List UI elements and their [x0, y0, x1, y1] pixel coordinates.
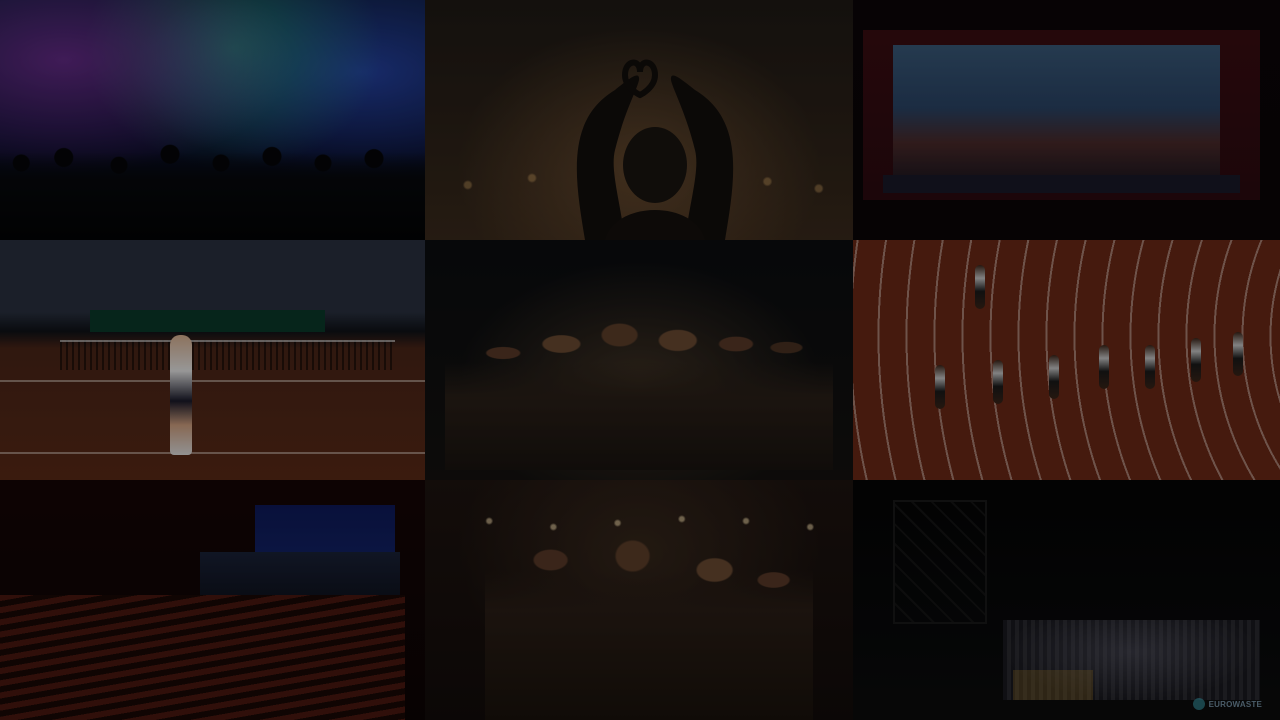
audience-seats: [0, 595, 405, 720]
stage-set: [893, 45, 1220, 185]
runner: [1233, 332, 1243, 376]
tile-concert-crowd[interactable]: [0, 0, 425, 240]
tennis-image: [0, 240, 425, 480]
runner: [1145, 345, 1155, 389]
runner: [975, 265, 985, 309]
track-image: [853, 240, 1280, 480]
tile-sparkler-party[interactable]: [425, 480, 853, 720]
concert-image: [0, 0, 425, 240]
tile-heart-hands[interactable]: [425, 0, 853, 240]
sparkler-image: [425, 480, 853, 720]
runner: [935, 365, 945, 409]
brand-logo-icon: [1192, 698, 1205, 710]
tile-auditorium[interactable]: [0, 480, 425, 720]
outdoor-event-image: [853, 480, 1280, 720]
tennis-player: [170, 335, 192, 455]
party-people: [485, 520, 813, 720]
heart-hands-image: [425, 0, 853, 240]
tennis-net: [60, 340, 395, 370]
tile-group-selfie[interactable]: [425, 240, 853, 480]
floor-light: [1013, 670, 1093, 700]
court-line: [0, 380, 425, 382]
brand-watermark-text: EUROWASTE: [1208, 699, 1262, 709]
court-line: [0, 452, 425, 454]
runner: [1191, 338, 1201, 382]
image-mosaic: [0, 0, 1280, 720]
theatre-image: [853, 0, 1280, 240]
crowd-silhouette: [0, 130, 425, 240]
court-banner: [90, 310, 325, 332]
tile-outdoor-event[interactable]: [853, 480, 1280, 720]
stage-truss: [893, 500, 987, 624]
brand-watermark: EUROWASTE: [1192, 698, 1262, 710]
selfie-image: [425, 240, 853, 480]
tile-tennis-match[interactable]: [0, 240, 425, 480]
tile-athletics-track[interactable]: [853, 240, 1280, 480]
group-faces: [445, 290, 833, 470]
heart-hands-silhouette: [576, 59, 734, 240]
auditorium-stage: [200, 552, 400, 597]
runner: [993, 360, 1003, 404]
tile-theatre-stage[interactable]: [853, 0, 1280, 240]
runner: [1049, 355, 1059, 399]
stage-floor: [883, 175, 1240, 193]
runner: [1099, 345, 1109, 389]
auditorium-image: [0, 480, 425, 720]
